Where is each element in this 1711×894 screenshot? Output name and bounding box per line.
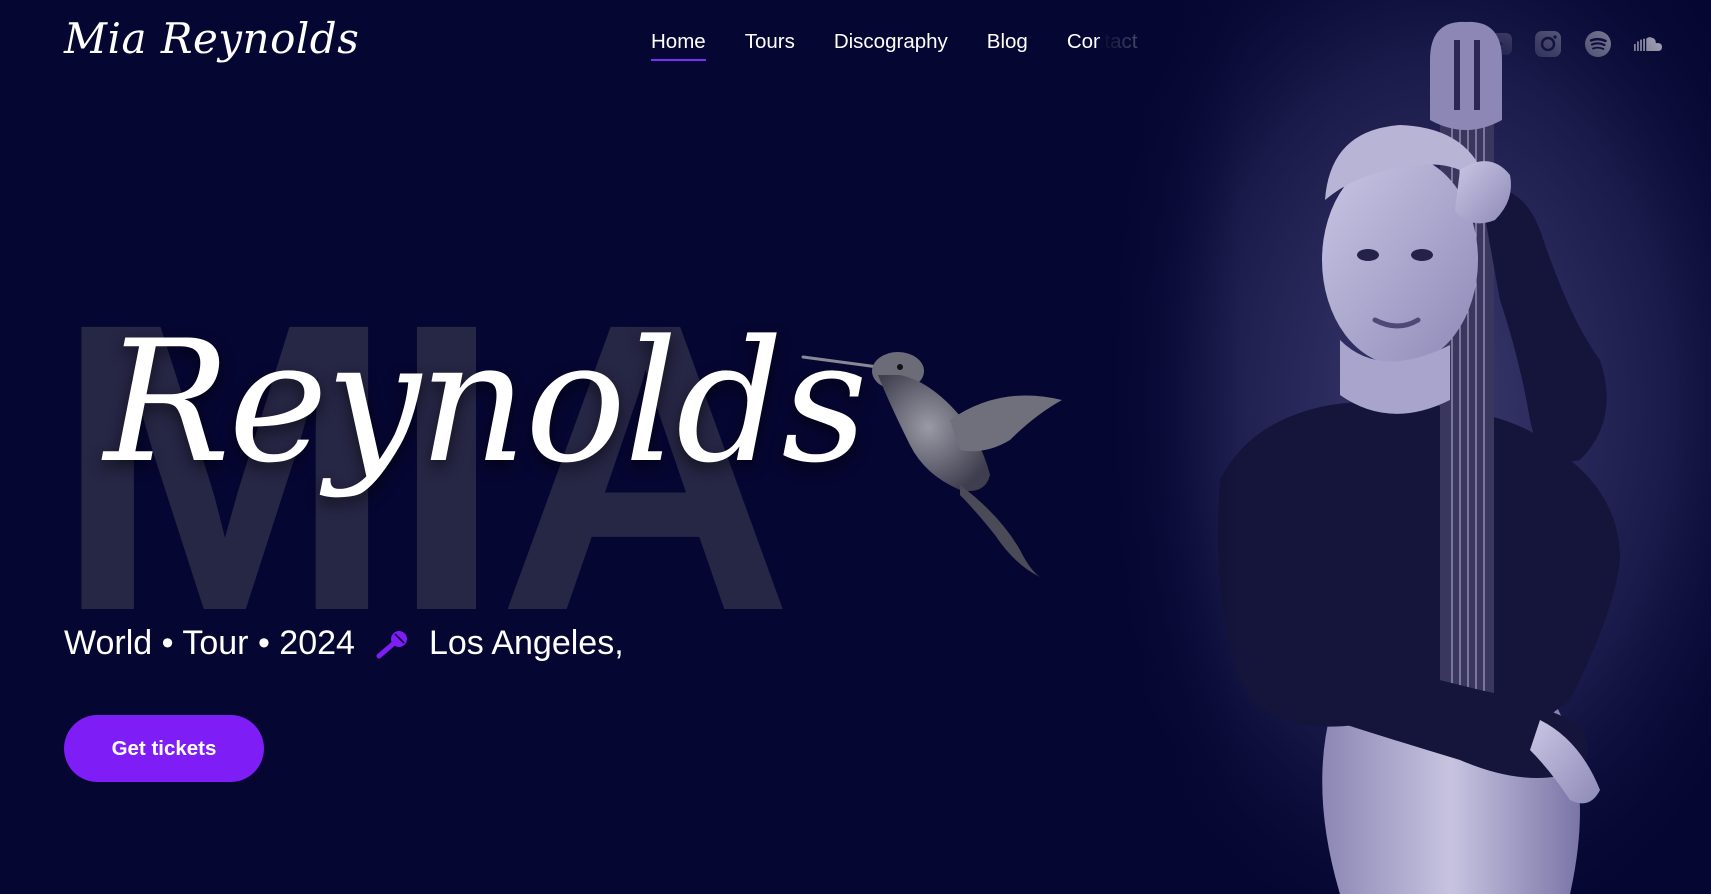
- hero-script-title: Reynolds: [104, 304, 868, 500]
- hero-tagline: World • Tour • 2024 Los Angeles,: [64, 624, 624, 663]
- hero-artist-photo: [1100, 0, 1711, 894]
- main-nav: Home Tours Discography Blog Contact: [651, 30, 1176, 61]
- get-tickets-button[interactable]: Get tickets: [64, 715, 264, 782]
- tagline-tour-text: World • Tour • 2024: [64, 624, 355, 662]
- microphone-icon: [375, 629, 411, 659]
- tagline-location-text: Los Angeles,: [428, 624, 624, 662]
- nav-blog[interactable]: Blog: [987, 30, 1028, 54]
- nav-tours[interactable]: Tours: [745, 30, 795, 54]
- nav-discography[interactable]: Discography: [834, 30, 948, 54]
- brand-logo[interactable]: Mia Reynolds: [64, 14, 359, 63]
- nav-home[interactable]: Home: [651, 30, 706, 61]
